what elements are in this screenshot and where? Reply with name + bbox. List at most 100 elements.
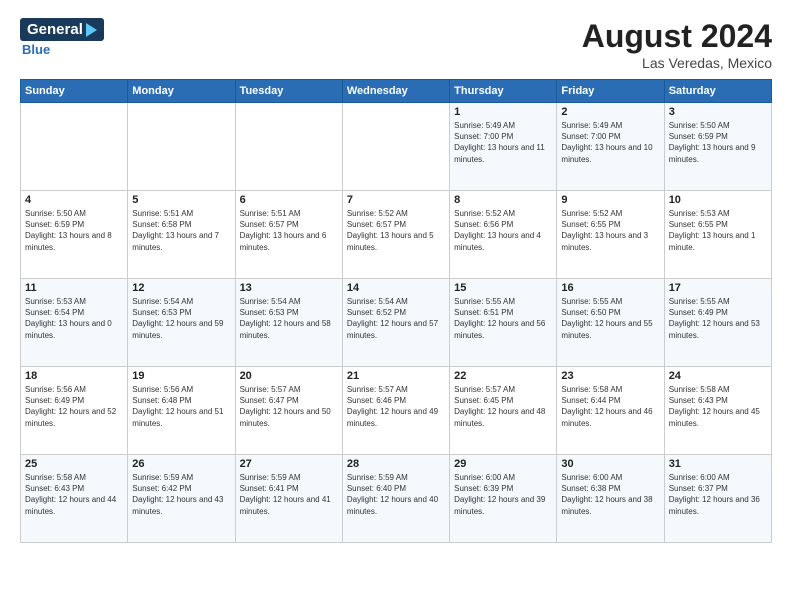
day-cell: 3 Sunrise: 5:50 AMSunset: 6:59 PMDayligh…	[664, 103, 771, 191]
day-number: 2	[561, 106, 659, 118]
col-sunday: Sunday	[21, 80, 128, 103]
header-row: Sunday Monday Tuesday Wednesday Thursday…	[21, 80, 772, 103]
day-cell: 25 Sunrise: 5:58 AMSunset: 6:43 PMDaylig…	[21, 455, 128, 543]
day-number: 4	[25, 194, 123, 206]
day-detail: Sunrise: 5:50 AMSunset: 6:59 PMDaylight:…	[669, 120, 767, 165]
day-number: 26	[132, 458, 230, 470]
day-cell: 30 Sunrise: 6:00 AMSunset: 6:38 PMDaylig…	[557, 455, 664, 543]
day-cell: 21 Sunrise: 5:57 AMSunset: 6:46 PMDaylig…	[342, 367, 449, 455]
day-number: 21	[347, 370, 445, 382]
location: Las Veredas, Mexico	[582, 55, 772, 71]
day-detail: Sunrise: 5:52 AMSunset: 6:56 PMDaylight:…	[454, 208, 552, 253]
day-detail: Sunrise: 5:59 AMSunset: 6:40 PMDaylight:…	[347, 472, 445, 517]
day-cell: 12 Sunrise: 5:54 AMSunset: 6:53 PMDaylig…	[128, 279, 235, 367]
month-year: August 2024	[582, 18, 772, 55]
day-number: 6	[240, 194, 338, 206]
day-number: 13	[240, 282, 338, 294]
col-thursday: Thursday	[450, 80, 557, 103]
day-cell: 23 Sunrise: 5:58 AMSunset: 6:44 PMDaylig…	[557, 367, 664, 455]
day-number: 12	[132, 282, 230, 294]
day-number: 5	[132, 194, 230, 206]
page: General Blue August 2024 Las Veredas, Me…	[0, 0, 792, 612]
day-number: 10	[669, 194, 767, 206]
title-block: August 2024 Las Veredas, Mexico	[582, 18, 772, 71]
day-detail: Sunrise: 5:53 AMSunset: 6:54 PMDaylight:…	[25, 296, 123, 341]
day-cell: 18 Sunrise: 5:56 AMSunset: 6:49 PMDaylig…	[21, 367, 128, 455]
day-detail: Sunrise: 5:55 AMSunset: 6:50 PMDaylight:…	[561, 296, 659, 341]
day-cell: 31 Sunrise: 6:00 AMSunset: 6:37 PMDaylig…	[664, 455, 771, 543]
day-number: 29	[454, 458, 552, 470]
day-number: 7	[347, 194, 445, 206]
logo-blue: Blue	[22, 42, 50, 57]
week-row-4: 18 Sunrise: 5:56 AMSunset: 6:49 PMDaylig…	[21, 367, 772, 455]
day-number: 15	[454, 282, 552, 294]
day-detail: Sunrise: 6:00 AMSunset: 6:38 PMDaylight:…	[561, 472, 659, 517]
logo: General Blue	[20, 18, 104, 57]
day-detail: Sunrise: 5:58 AMSunset: 6:44 PMDaylight:…	[561, 384, 659, 429]
day-detail: Sunrise: 5:52 AMSunset: 6:55 PMDaylight:…	[561, 208, 659, 253]
day-detail: Sunrise: 5:59 AMSunset: 6:42 PMDaylight:…	[132, 472, 230, 517]
day-detail: Sunrise: 6:00 AMSunset: 6:37 PMDaylight:…	[669, 472, 767, 517]
day-cell: 10 Sunrise: 5:53 AMSunset: 6:55 PMDaylig…	[664, 191, 771, 279]
day-number: 20	[240, 370, 338, 382]
day-cell	[128, 103, 235, 191]
day-detail: Sunrise: 5:52 AMSunset: 6:57 PMDaylight:…	[347, 208, 445, 253]
day-number: 24	[669, 370, 767, 382]
day-detail: Sunrise: 5:55 AMSunset: 6:49 PMDaylight:…	[669, 296, 767, 341]
day-cell: 7 Sunrise: 5:52 AMSunset: 6:57 PMDayligh…	[342, 191, 449, 279]
day-cell	[21, 103, 128, 191]
week-row-3: 11 Sunrise: 5:53 AMSunset: 6:54 PMDaylig…	[21, 279, 772, 367]
day-cell: 27 Sunrise: 5:59 AMSunset: 6:41 PMDaylig…	[235, 455, 342, 543]
day-detail: Sunrise: 6:00 AMSunset: 6:39 PMDaylight:…	[454, 472, 552, 517]
day-number: 25	[25, 458, 123, 470]
day-cell: 16 Sunrise: 5:55 AMSunset: 6:50 PMDaylig…	[557, 279, 664, 367]
day-number: 1	[454, 106, 552, 118]
day-detail: Sunrise: 5:49 AMSunset: 7:00 PMDaylight:…	[454, 120, 552, 165]
day-detail: Sunrise: 5:55 AMSunset: 6:51 PMDaylight:…	[454, 296, 552, 341]
week-row-2: 4 Sunrise: 5:50 AMSunset: 6:59 PMDayligh…	[21, 191, 772, 279]
day-detail: Sunrise: 5:49 AMSunset: 7:00 PMDaylight:…	[561, 120, 659, 165]
day-cell: 11 Sunrise: 5:53 AMSunset: 6:54 PMDaylig…	[21, 279, 128, 367]
day-number: 27	[240, 458, 338, 470]
day-cell: 14 Sunrise: 5:54 AMSunset: 6:52 PMDaylig…	[342, 279, 449, 367]
col-tuesday: Tuesday	[235, 80, 342, 103]
day-cell: 5 Sunrise: 5:51 AMSunset: 6:58 PMDayligh…	[128, 191, 235, 279]
day-number: 18	[25, 370, 123, 382]
day-number: 19	[132, 370, 230, 382]
day-number: 22	[454, 370, 552, 382]
day-number: 14	[347, 282, 445, 294]
day-cell: 1 Sunrise: 5:49 AMSunset: 7:00 PMDayligh…	[450, 103, 557, 191]
day-cell: 9 Sunrise: 5:52 AMSunset: 6:55 PMDayligh…	[557, 191, 664, 279]
day-cell: 20 Sunrise: 5:57 AMSunset: 6:47 PMDaylig…	[235, 367, 342, 455]
day-number: 3	[669, 106, 767, 118]
day-detail: Sunrise: 5:53 AMSunset: 6:55 PMDaylight:…	[669, 208, 767, 253]
day-detail: Sunrise: 5:56 AMSunset: 6:49 PMDaylight:…	[25, 384, 123, 429]
day-detail: Sunrise: 5:58 AMSunset: 6:43 PMDaylight:…	[25, 472, 123, 517]
day-cell: 22 Sunrise: 5:57 AMSunset: 6:45 PMDaylig…	[450, 367, 557, 455]
day-detail: Sunrise: 5:57 AMSunset: 6:45 PMDaylight:…	[454, 384, 552, 429]
day-cell: 15 Sunrise: 5:55 AMSunset: 6:51 PMDaylig…	[450, 279, 557, 367]
day-cell: 8 Sunrise: 5:52 AMSunset: 6:56 PMDayligh…	[450, 191, 557, 279]
calendar-table: Sunday Monday Tuesday Wednesday Thursday…	[20, 79, 772, 543]
day-number: 17	[669, 282, 767, 294]
day-detail: Sunrise: 5:51 AMSunset: 6:57 PMDaylight:…	[240, 208, 338, 253]
day-detail: Sunrise: 5:56 AMSunset: 6:48 PMDaylight:…	[132, 384, 230, 429]
day-cell: 13 Sunrise: 5:54 AMSunset: 6:53 PMDaylig…	[235, 279, 342, 367]
day-detail: Sunrise: 5:50 AMSunset: 6:59 PMDaylight:…	[25, 208, 123, 253]
col-wednesday: Wednesday	[342, 80, 449, 103]
day-number: 28	[347, 458, 445, 470]
day-cell: 29 Sunrise: 6:00 AMSunset: 6:39 PMDaylig…	[450, 455, 557, 543]
day-cell: 2 Sunrise: 5:49 AMSunset: 7:00 PMDayligh…	[557, 103, 664, 191]
day-cell: 19 Sunrise: 5:56 AMSunset: 6:48 PMDaylig…	[128, 367, 235, 455]
day-detail: Sunrise: 5:54 AMSunset: 6:53 PMDaylight:…	[240, 296, 338, 341]
day-cell	[342, 103, 449, 191]
day-cell: 24 Sunrise: 5:58 AMSunset: 6:43 PMDaylig…	[664, 367, 771, 455]
day-cell: 17 Sunrise: 5:55 AMSunset: 6:49 PMDaylig…	[664, 279, 771, 367]
day-detail: Sunrise: 5:51 AMSunset: 6:58 PMDaylight:…	[132, 208, 230, 253]
col-saturday: Saturday	[664, 80, 771, 103]
header: General Blue August 2024 Las Veredas, Me…	[20, 18, 772, 71]
day-number: 11	[25, 282, 123, 294]
day-cell: 4 Sunrise: 5:50 AMSunset: 6:59 PMDayligh…	[21, 191, 128, 279]
day-cell: 6 Sunrise: 5:51 AMSunset: 6:57 PMDayligh…	[235, 191, 342, 279]
day-detail: Sunrise: 5:57 AMSunset: 6:47 PMDaylight:…	[240, 384, 338, 429]
